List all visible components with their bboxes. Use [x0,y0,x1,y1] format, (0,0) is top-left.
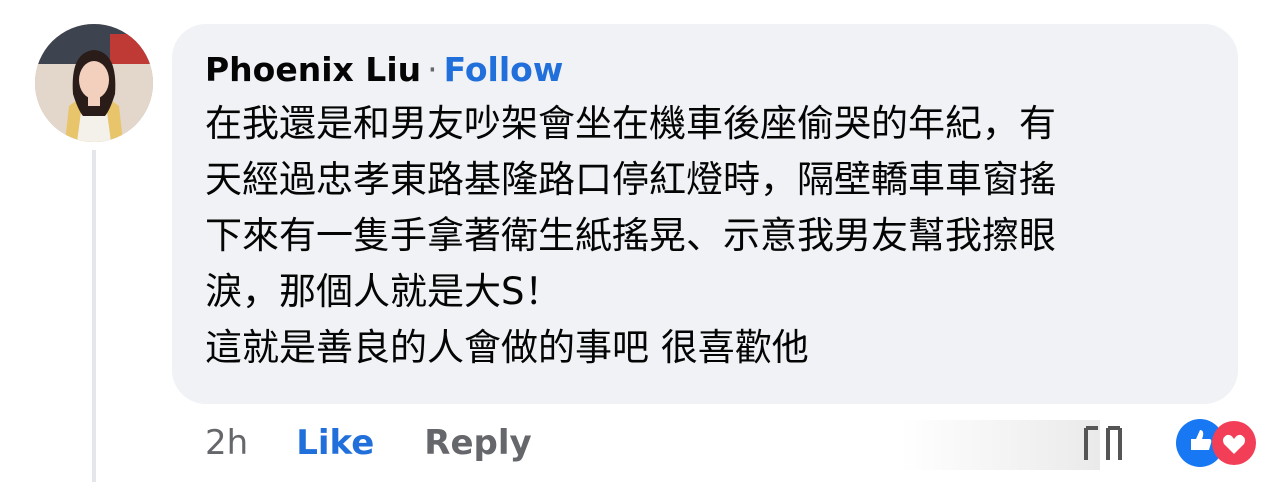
react-bracket-icon [1084,426,1122,460]
comment-text: 在我還是和男友吵架會坐在機車後座偷哭的年紀，有 天經過忠孝東路基隆路口停紅燈時，… [205,96,1225,376]
comment-line: 這就是善良的人會做的事吧 很喜歡他 [205,326,809,369]
follow-button[interactable]: Follow [444,50,564,89]
timestamp[interactable]: 2h [205,423,248,463]
thread-line [92,150,96,482]
comment-line: 在我還是和男友吵架會坐在機車後座偷哭的年紀，有 [205,102,1056,145]
avatar-photo [35,24,153,142]
author-name[interactable]: Phoenix Liu [205,50,421,89]
reply-button[interactable]: Reply [424,423,531,463]
comment-actions: 2h Like Reply [205,418,532,468]
comment-card: Phoenix Liu · Follow 在我還是和男友吵架會坐在機車後座偷哭的年紀… [0,0,1284,482]
comment-line: 淚，那個人就是大S！ [205,270,562,313]
reactions-icons [1084,419,1256,467]
separator-dot: · [427,50,438,89]
avatar[interactable] [35,24,153,142]
reactions-summary[interactable] [1078,414,1258,472]
love-icon [1212,421,1256,465]
watermark-overlay [900,420,1100,470]
comment-line: 下來有一隻手拿著衛生紙搖晃、示意我男友幫我擦眼 [205,214,1056,257]
comment-line: 天經過忠孝東路基隆路口停紅燈時，隔壁轎車車窗搖 [205,158,1056,201]
like-button[interactable]: Like [296,423,374,463]
comment-header: Phoenix Liu · Follow [205,48,563,92]
